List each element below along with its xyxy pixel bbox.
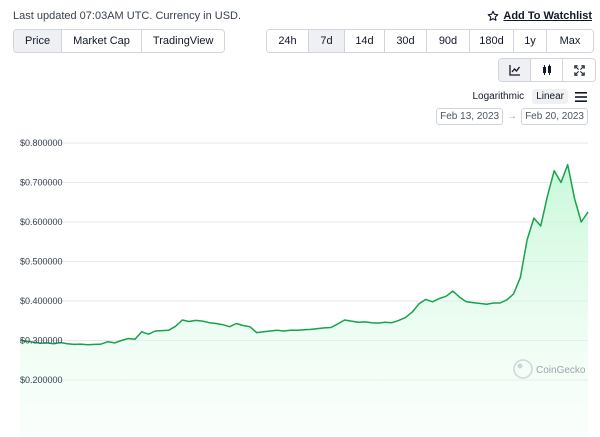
- scale-toggle: Logarithmic Linear: [468, 89, 588, 104]
- y-tick-label: $0.800000: [20, 138, 63, 148]
- range-24h[interactable]: 24h: [267, 30, 309, 52]
- y-tick-label: $0.600000: [20, 217, 63, 227]
- tab-price[interactable]: Price: [14, 30, 63, 52]
- line-chart-button[interactable]: [499, 59, 531, 81]
- price-chart: $0.800000 $0.700000 $0.600000 $0.500000 $0.4…: [19, 138, 589, 437]
- tab-tradingview[interactable]: TradingView: [141, 30, 225, 52]
- fullscreen-button[interactable]: [563, 59, 595, 81]
- range-7d[interactable]: 7d: [309, 30, 345, 52]
- watchlist-label: Add To Watchlist: [503, 10, 592, 22]
- chart-style-buttons: [498, 58, 596, 82]
- last-updated-text: Last updated 07:03AM UTC. Currency in US…: [13, 10, 242, 22]
- candlestick-button[interactable]: [531, 59, 563, 81]
- y-tick-label: $0.300000: [20, 336, 63, 346]
- y-tick-label: $0.700000: [20, 178, 63, 188]
- date-to-field[interactable]: Feb 20, 2023: [521, 108, 588, 125]
- date-from-field[interactable]: Feb 13, 2023: [436, 108, 504, 125]
- logarithmic-option[interactable]: Logarithmic: [468, 89, 528, 104]
- range-1y[interactable]: 1y: [514, 30, 547, 52]
- candlestick-icon: [542, 64, 551, 75]
- range-90d[interactable]: 90d: [427, 30, 470, 52]
- arrow-right-icon: →: [507, 111, 518, 122]
- y-tick-label: $0.400000: [20, 296, 63, 306]
- fullscreen-icon: [573, 64, 585, 76]
- view-tabs: Price Market Cap TradingView: [13, 29, 226, 53]
- y-tick-label: $0.200000: [20, 375, 63, 385]
- range-14d[interactable]: 14d: [345, 30, 385, 52]
- add-to-watchlist-button[interactable]: Add To Watchlist: [487, 10, 592, 22]
- range-max[interactable]: Max: [547, 30, 593, 52]
- range-30d[interactable]: 30d: [385, 30, 427, 52]
- range-tabs: 24h 7d 14d 30d 90d 180d 1y Max: [266, 29, 594, 53]
- star-icon: [488, 10, 499, 21]
- hamburger-menu-icon[interactable]: [574, 91, 588, 103]
- range-180d[interactable]: 180d: [470, 30, 514, 52]
- date-range: Feb 13, 2023 → Feb 20, 2023: [436, 108, 588, 125]
- line-chart-icon: [508, 65, 520, 76]
- y-tick-label: $0.500000: [20, 257, 63, 267]
- tab-market-cap[interactable]: Market Cap: [62, 30, 142, 52]
- watermark-text: CoinGecko: [536, 365, 586, 376]
- linear-option[interactable]: Linear: [532, 89, 568, 104]
